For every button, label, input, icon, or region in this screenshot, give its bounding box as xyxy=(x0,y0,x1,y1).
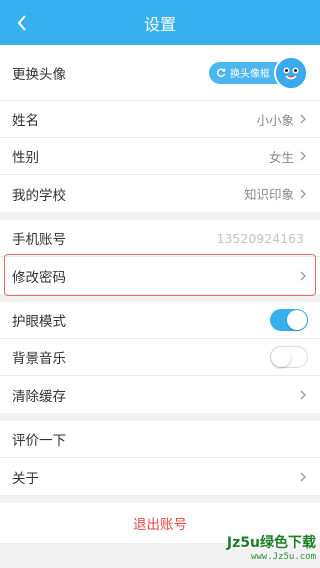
school-row[interactable]: 我的学校 知识印象 xyxy=(0,175,320,212)
rate-label: 评价一下 xyxy=(12,433,66,449)
change-avatar-label: 更换头像 xyxy=(12,66,66,83)
clear-cache-label: 清除缓存 xyxy=(12,388,66,405)
chevron-right-icon xyxy=(300,390,306,399)
chevron-right-icon xyxy=(300,114,306,124)
chevron-left-icon xyxy=(17,14,26,31)
bg-music-label: 背景音乐 xyxy=(12,351,66,367)
name-value: 小小象 xyxy=(256,112,294,128)
watermark-url: www.Jz5u.com xyxy=(250,552,316,562)
preferences-group: 护眼模式 背景音乐 清除缓存 xyxy=(0,302,320,413)
name-label: 姓名 xyxy=(12,113,39,129)
gender-row[interactable]: 性别 女生 xyxy=(0,138,320,175)
profile-group: 更换头像 换头像框 姓名 小小象 性别 女生 我的学校 知识印象 xyxy=(0,45,320,212)
school-label: 我的学校 xyxy=(12,187,66,204)
chevron-right-icon xyxy=(300,472,306,481)
phone-row: 手机账号 13520924163 xyxy=(0,220,320,257)
back-button[interactable] xyxy=(8,0,36,45)
bg-music-toggle[interactable] xyxy=(270,346,308,368)
gender-value: 女生 xyxy=(268,149,294,165)
change-password-row[interactable]: 修改密码 xyxy=(0,257,320,294)
nav-bar: 设置 xyxy=(0,0,320,45)
phone-value: 13520924163 xyxy=(216,230,304,246)
avatar[interactable] xyxy=(274,55,308,90)
about-row[interactable]: 关于 xyxy=(0,458,320,495)
clear-cache-row[interactable]: 清除缓存 xyxy=(0,376,320,413)
change-avatar-row[interactable]: 更换头像 换头像框 xyxy=(0,45,320,101)
change-avatar-frame-label: 换头像框 xyxy=(230,69,270,80)
eye-mode-label: 护眼模式 xyxy=(12,314,66,330)
eye-mode-row: 护眼模式 xyxy=(0,302,320,339)
refresh-icon xyxy=(217,68,226,77)
about-label: 关于 xyxy=(12,470,39,487)
watermark-main: Jz5u绿色下载 xyxy=(226,535,316,551)
rate-row[interactable]: 评价一下 xyxy=(0,421,320,458)
gender-label: 性别 xyxy=(12,150,39,166)
eye-mode-toggle[interactable] xyxy=(270,309,308,331)
page-title: 设置 xyxy=(143,14,176,34)
chevron-right-icon xyxy=(300,151,306,161)
toggle-knob xyxy=(271,347,291,367)
chevron-right-icon xyxy=(300,189,306,198)
name-row[interactable]: 姓名 小小象 xyxy=(0,101,320,138)
avatar-face-icon xyxy=(276,57,306,88)
account-group: 手机账号 13520924163 修改密码 xyxy=(0,220,320,294)
bg-music-row: 背景音乐 xyxy=(0,339,320,376)
about-group: 评价一下 关于 xyxy=(0,421,320,495)
change-password-label: 修改密码 xyxy=(12,269,66,286)
logout-label: 退出账号 xyxy=(133,517,187,533)
chevron-right-icon xyxy=(300,271,306,280)
phone-label: 手机账号 xyxy=(12,232,66,248)
watermark: Jz5u绿色下载 www.Jz5u.com xyxy=(227,532,316,562)
school-value: 知识印象 xyxy=(243,187,294,202)
toggle-knob xyxy=(287,310,307,330)
